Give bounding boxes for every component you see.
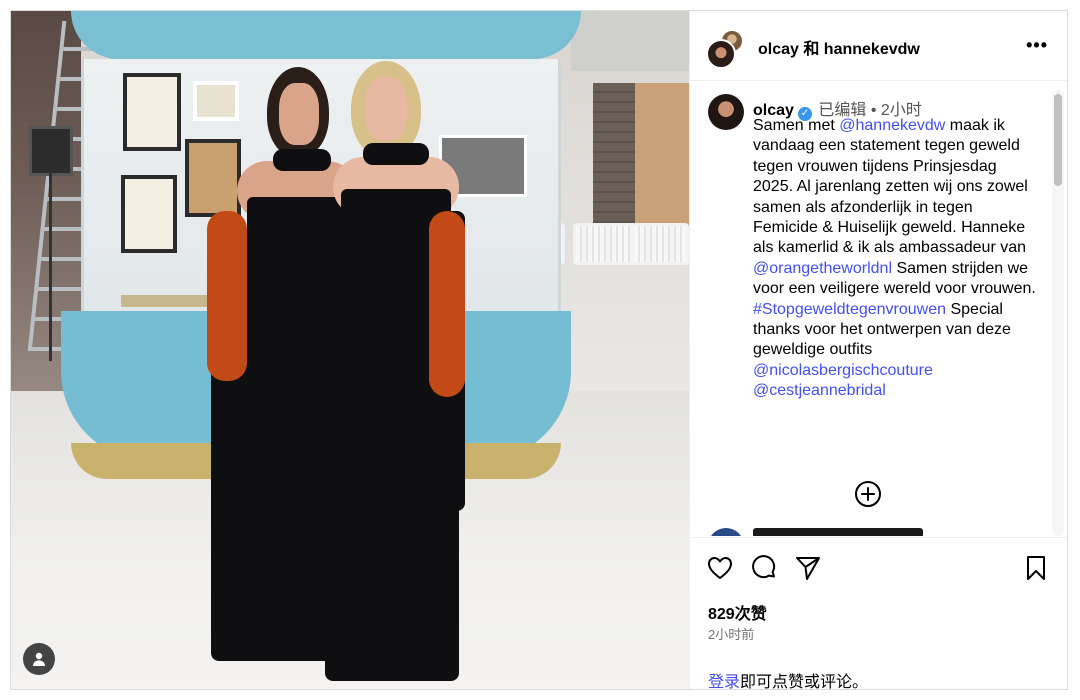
caption-text: Samen met @hannekevdw maak ik vandaag ee… [753, 116, 1041, 402]
person-scarf [363, 143, 429, 165]
post-authors[interactable]: olcay 和 hannekevdw [758, 35, 920, 59]
post-side-panel: olcay 和 hannekevdw ••• olcay ✓ 已编辑 • 2小时 … [689, 11, 1067, 690]
person-scarf [273, 149, 331, 171]
heart-icon[interactable] [706, 554, 734, 582]
like-count[interactable]: 829次赞 [708, 600, 767, 624]
mention-link[interactable]: @cestjeannebridal [753, 382, 886, 399]
post-photo[interactable] [11, 11, 689, 689]
post-timestamp[interactable]: 2小时前 [708, 624, 754, 643]
user-silhouette-icon [33, 652, 45, 666]
bench [631, 223, 689, 265]
hashtag-link[interactable]: #Stopgeweldtegenvrouwen [753, 301, 946, 318]
post-header: olcay 和 hannekevdw ••• [690, 11, 1067, 81]
mention-link[interactable]: @orangetheworldnl [753, 260, 892, 277]
comments-section[interactable]: olcay ✓ 已编辑 • 2小时 Samen met @hannekevdw m… [690, 82, 1067, 536]
avatar[interactable] [708, 94, 744, 130]
comment-bubble-icon[interactable] [750, 554, 778, 582]
avatar[interactable] [706, 39, 736, 69]
add-circle-icon[interactable] [854, 480, 882, 508]
exhibit-book [121, 295, 211, 307]
background-wood-wall [635, 83, 689, 243]
paper-plane-icon[interactable] [794, 554, 822, 582]
ceiling [571, 11, 689, 71]
person-face [279, 83, 319, 145]
studio-light [29, 126, 73, 176]
exhibit-document [123, 73, 181, 151]
more-options-button[interactable]: ••• [1026, 35, 1048, 56]
comment-author-partial [753, 528, 923, 536]
collab-avatars[interactable] [706, 29, 748, 69]
display-case-top [71, 11, 581, 59]
scrollbar-thumb[interactable] [1054, 94, 1062, 186]
tagged-users-button[interactable] [23, 643, 55, 675]
person-glove [207, 211, 247, 381]
post-modal: olcay 和 hannekevdw ••• olcay ✓ 已编辑 • 2小时 … [10, 10, 1068, 690]
bench [573, 223, 637, 265]
exhibit-document [121, 175, 177, 253]
mention-link[interactable]: @nicolasbergischcouture [753, 362, 933, 379]
exhibit-painting [185, 139, 241, 217]
comments-scrollbar[interactable] [1052, 90, 1064, 536]
light-stand [49, 171, 52, 361]
login-link[interactable]: 登录 [708, 674, 740, 689]
caption-text-part: Samen met [753, 117, 840, 134]
caption-text-part: maak ik vandaag een statement tegen gewe… [753, 117, 1028, 257]
post-actions: 829次赞 2小时前 登录即可点赞或评论。 [690, 537, 1067, 690]
bookmark-icon[interactable] [1022, 554, 1050, 582]
login-prompt: 登录即可点赞或评论。 [708, 668, 869, 690]
person-glove [429, 211, 465, 397]
person-face [365, 77, 407, 141]
next-comment-partial [708, 528, 1048, 536]
exhibit-photo [193, 81, 239, 121]
avatar[interactable] [708, 528, 744, 536]
login-prompt-text: 即可点赞或评论。 [740, 674, 869, 690]
mention-link[interactable]: @hannekevdw [839, 117, 945, 134]
